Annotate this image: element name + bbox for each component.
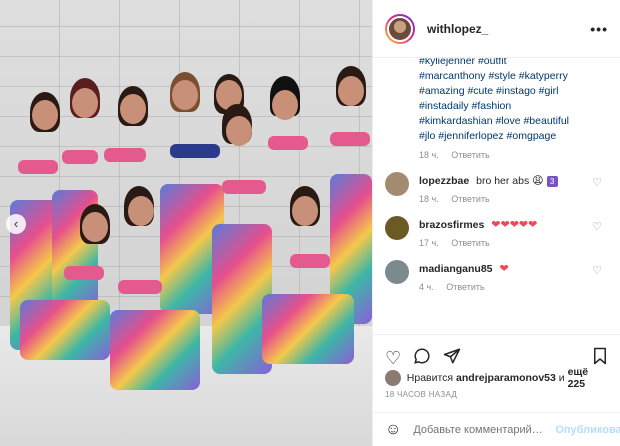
dancer-head	[128, 196, 154, 226]
more-dots-icon[interactable]: •••	[590, 21, 608, 37]
comment-time[interactable]: 4 ч.	[419, 282, 434, 292]
like-comment-heart-icon[interactable]: ♡	[592, 220, 602, 233]
dancer-top	[18, 160, 58, 174]
commenter-avatar[interactable]	[385, 216, 409, 240]
emoji-smile-icon[interactable]: ☺	[385, 421, 401, 439]
dancer-legs	[262, 294, 354, 364]
commenter-avatar[interactable]	[385, 172, 409, 196]
dancer-top	[104, 148, 146, 162]
caption-meta: 18 ч. Ответить	[419, 150, 608, 160]
comment-input[interactable]	[413, 423, 556, 436]
caption-time[interactable]: 18 ч.	[419, 150, 439, 160]
comment-text: madianganu85 ❤	[419, 262, 608, 276]
dancer-top	[64, 266, 104, 280]
hashtag-line[interactable]: #kyliejenner #outfit	[419, 58, 608, 69]
red-hearts-emoji-icon: ❤❤❤❤❤	[491, 219, 538, 231]
hashtag-line[interactable]: #jlo #jenniferlopez #omgpage	[419, 129, 608, 144]
reply-button[interactable]: Ответить	[446, 282, 484, 292]
dancer-top	[268, 136, 308, 150]
dancer-top	[290, 254, 330, 268]
keycap-three-emoji-icon: 3	[546, 176, 558, 187]
dancer-top	[118, 280, 162, 294]
hashtag-line[interactable]: #instadaily #fashion	[419, 99, 608, 114]
dancer-legs	[20, 300, 110, 360]
likes-connector: и	[558, 372, 565, 384]
like-comment-heart-icon[interactable]: ♡	[592, 176, 602, 189]
dancer-head	[82, 212, 108, 242]
post-header: withlopez_ •••	[373, 0, 620, 58]
weary-emoji-icon: 😩	[532, 175, 544, 187]
likes-count-link[interactable]: ещё 225	[568, 366, 608, 390]
comment-text: lopezzbae bro her abs 😩 3	[419, 174, 608, 188]
comment-username[interactable]: brazosfirmes	[419, 219, 484, 231]
comment-meta: 17 ч. Ответить	[419, 238, 608, 248]
caption-hashtags: #kyliejenner #outfit #marcanthony #style…	[419, 58, 608, 144]
comment-time[interactable]: 17 ч.	[419, 238, 439, 248]
reply-button[interactable]: Ответить	[451, 150, 489, 160]
comments-list[interactable]: #kyliejenner #outfit #marcanthony #style…	[373, 58, 620, 328]
hashtag-line[interactable]: #marcanthony #style #katyperry	[419, 69, 608, 84]
avatar-image	[387, 15, 413, 42]
dancer-head	[120, 94, 146, 124]
dancer-head	[226, 116, 252, 146]
dancer-head	[32, 100, 58, 130]
dancer-head	[292, 196, 318, 226]
comment-time[interactable]: 18 ч.	[419, 194, 439, 204]
liker-avatar[interactable]	[385, 370, 401, 386]
avatar[interactable]	[385, 13, 415, 44]
comment-meta: 18 ч. Ответить	[419, 194, 608, 204]
reply-button[interactable]: Ответить	[451, 238, 489, 248]
comment-username[interactable]: lopezzbae	[419, 175, 469, 187]
dancer-top	[62, 150, 98, 164]
likes-summary: Нравится andrejparamonov53 и ещё 225	[385, 366, 608, 390]
publish-button[interactable]: Опубликовать	[555, 424, 620, 436]
dancer-head	[272, 90, 298, 120]
dancer-top	[170, 144, 220, 158]
comment-meta: 4 ч. Ответить	[419, 282, 608, 292]
dancer-head	[172, 80, 198, 110]
comment-body: bro her abs	[476, 175, 530, 187]
liker-username[interactable]: andrejparamonov53	[456, 372, 556, 384]
dancer-top	[222, 180, 266, 194]
likes-prefix: Нравится	[406, 372, 454, 384]
dancer-top	[330, 132, 370, 146]
comment-item: brazosfirmes ❤❤❤❤❤ ♡ 17 ч. Ответить	[385, 216, 608, 248]
post-photo[interactable]: ‹	[0, 0, 372, 446]
post-username[interactable]: withlopez_	[427, 22, 590, 36]
hashtag-line[interactable]: #kimkardashian #love #beautiful	[419, 114, 608, 129]
dancer-legs	[110, 310, 200, 390]
commenter-avatar[interactable]	[385, 260, 409, 284]
like-comment-heart-icon[interactable]: ♡	[592, 264, 602, 277]
dancer-head	[338, 76, 364, 106]
comment-username[interactable]: madianganu85	[419, 263, 493, 275]
previous-photo-button[interactable]: ‹	[6, 214, 26, 234]
comment-text: brazosfirmes ❤❤❤❤❤	[419, 218, 608, 232]
dancer-head	[72, 88, 98, 118]
post-time[interactable]: 18 ЧАСОВ НАЗАД	[385, 390, 457, 399]
post-panel: withlopez_ ••• #kyliejenner #outfit #mar…	[372, 0, 620, 446]
red-heart-emoji-icon: ❤	[499, 263, 509, 275]
comment-item: madianganu85 ❤ ♡ 4 ч. Ответить	[385, 260, 608, 292]
comment-item: lopezzbae bro her abs 😩 3 ♡ 18 ч. Ответи…	[385, 172, 608, 204]
add-comment-bar: ☺ Опубликовать	[373, 412, 620, 446]
hashtag-line[interactable]: #amazing #cute #instago #girl	[419, 84, 608, 99]
reply-button[interactable]: Ответить	[451, 194, 489, 204]
